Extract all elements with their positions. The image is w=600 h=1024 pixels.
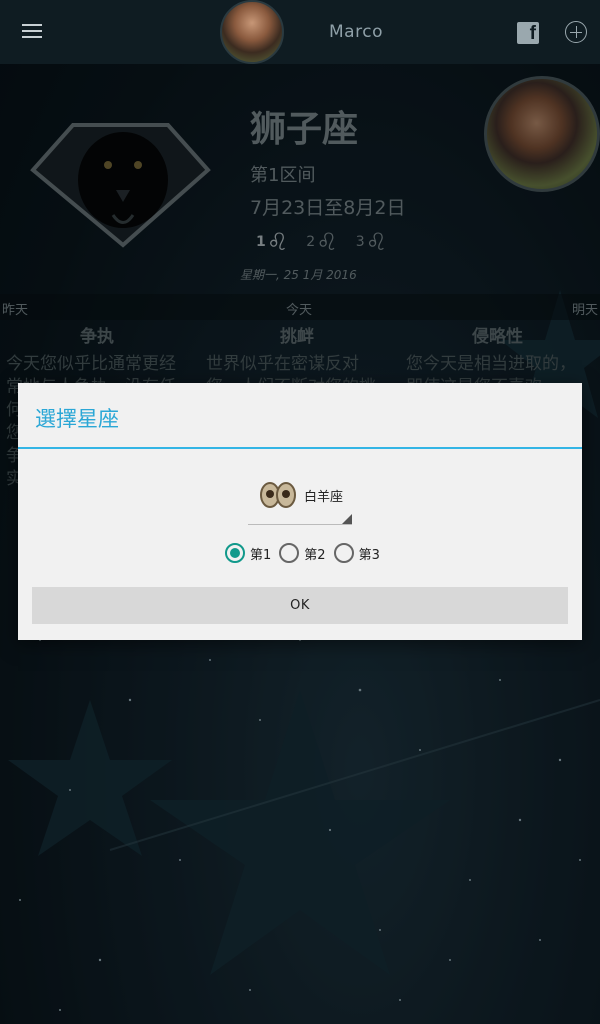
- radio-label: 第3: [358, 547, 380, 563]
- title-divider: [18, 447, 582, 449]
- radio-unchecked-icon: [279, 543, 300, 563]
- add-circle-icon[interactable]: [565, 21, 587, 43]
- radio-decan-1[interactable]: 第1: [225, 543, 271, 563]
- menu-icon[interactable]: [22, 24, 42, 40]
- decan-radio-group: 第1 第2 第3: [225, 543, 380, 563]
- sign-spinner[interactable]: 白羊座: [248, 475, 352, 525]
- radio-decan-3[interactable]: 第3: [333, 543, 380, 563]
- user-name: Marco: [329, 22, 383, 42]
- facebook-icon[interactable]: f: [517, 22, 539, 44]
- dropdown-arrow-icon: [342, 514, 352, 524]
- radio-label: 第2: [304, 547, 326, 563]
- radio-checked-icon: [225, 543, 245, 563]
- aries-icon: [260, 482, 296, 508]
- dialog-title: 選擇星座: [35, 407, 119, 431]
- ok-button[interactable]: OK: [32, 587, 568, 624]
- choose-sign-dialog: 選擇星座 白羊座 第1 第2 第3 OK: [18, 383, 582, 640]
- user-avatar[interactable]: [220, 0, 284, 64]
- radio-decan-2[interactable]: 第2: [279, 543, 326, 563]
- spinner-value: 白羊座: [304, 490, 344, 505]
- radio-label: 第1: [250, 547, 272, 563]
- radio-unchecked-icon: [333, 543, 354, 563]
- app-bar: Marco f: [0, 0, 600, 64]
